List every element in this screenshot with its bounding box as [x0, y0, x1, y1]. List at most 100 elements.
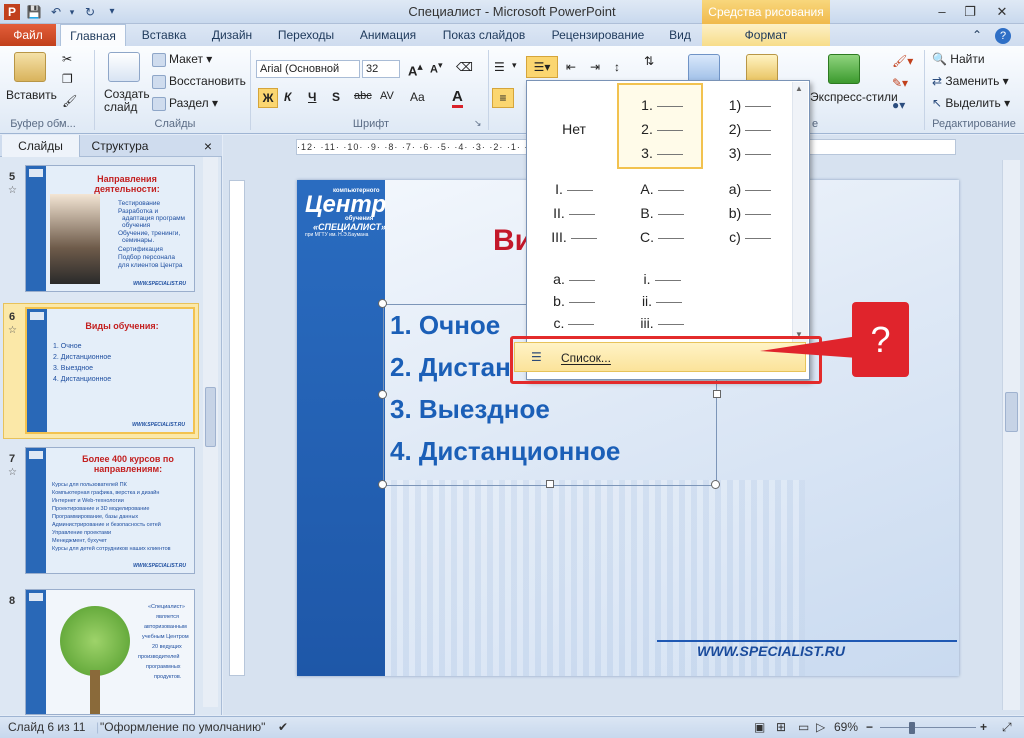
reading-view-icon[interactable]: ▭	[798, 720, 809, 734]
tab-file[interactable]: Файл	[0, 24, 56, 46]
zoom-in-button[interactable]: +	[980, 720, 987, 734]
section-button[interactable]: Раздел ▾	[152, 96, 218, 111]
shadow-button[interactable]: S	[332, 90, 340, 104]
slideshow-icon[interactable]: ▷	[816, 720, 825, 734]
minimize-button[interactable]: –	[930, 3, 954, 21]
tab-view[interactable]: Вид	[660, 24, 700, 46]
shape-outline-icon[interactable]: ✎▾	[892, 76, 908, 90]
new-slide-button[interactable]: Создать слайд	[104, 88, 150, 114]
shape-effects-icon[interactable]: ●▾	[892, 98, 905, 112]
editor-scrollbar[interactable]	[1002, 160, 1020, 710]
close-panel-icon[interactable]: ×	[198, 135, 218, 157]
numbering-none[interactable]: Нет	[531, 85, 617, 171]
change-case-button[interactable]: Aa	[410, 90, 425, 104]
spellcheck-icon[interactable]: ✔	[278, 720, 288, 734]
vertical-ruler[interactable]	[229, 180, 245, 676]
slide-sorter-icon[interactable]: ⊞	[776, 720, 786, 734]
font-group-label: Шрифт	[352, 118, 390, 130]
align-left-button[interactable]: ≡	[492, 88, 514, 108]
collapse-ribbon-icon[interactable]: ⌃	[968, 24, 986, 46]
numbering-style-alpha-upper[interactable]: A. B. C.	[619, 177, 705, 263]
font-dialog-launcher-icon[interactable]: ↘	[474, 118, 482, 129]
paste-icon[interactable]	[14, 52, 46, 82]
increase-indent-icon[interactable]: ⇥	[590, 60, 600, 74]
tab-home[interactable]: Главная	[60, 24, 126, 47]
tab-review[interactable]: Рецензирование	[542, 24, 654, 46]
list-item[interactable]: 3. Выездное	[390, 394, 550, 425]
font-color-button[interactable]: A	[452, 88, 463, 108]
numbering-button[interactable]: ☰▾	[526, 56, 558, 78]
numbering-style-alpha-lower-paren[interactable]: a) b) c)	[707, 177, 793, 263]
clear-formatting-icon[interactable]: ⌫	[456, 60, 473, 74]
tab-format[interactable]: Формат	[702, 24, 830, 46]
scroll-up-icon[interactable]: ▲	[795, 84, 803, 93]
tab-animation[interactable]: Анимация	[352, 24, 424, 46]
quick-styles-icon[interactable]	[828, 54, 860, 84]
grow-font-icon[interactable]: A▴	[408, 60, 423, 78]
slide-thumbnail-8[interactable]: «Специалист» является авторизованным уче…	[25, 589, 195, 715]
shrink-font-icon[interactable]: A▾	[430, 60, 443, 76]
bold-button[interactable]: Ж	[258, 88, 278, 108]
list-item[interactable]: 2. Дистан	[390, 352, 511, 383]
tab-design[interactable]: Дизайн	[204, 24, 260, 46]
scrollbar-thumb[interactable]	[1005, 392, 1018, 432]
decrease-indent-icon[interactable]: ⇤	[566, 60, 576, 74]
bullets-button[interactable]: ☰	[494, 60, 505, 74]
theme-name[interactable]: "Оформление по умолчанию"	[100, 720, 265, 734]
fit-to-window-icon[interactable]: ⤢	[1002, 720, 1012, 735]
resize-handle[interactable]	[546, 480, 554, 488]
thumbnail-text-line: «Специалист»	[148, 604, 185, 610]
zoom-level[interactable]: 69%	[834, 720, 858, 734]
list-item[interactable]: 1. Очное	[390, 310, 500, 341]
slide-thumbnail-5[interactable]: Направления деятельности: Тестирование Р…	[25, 165, 195, 292]
select-button[interactable]: ↖ Выделить ▾	[932, 96, 1010, 110]
zoom-out-button[interactable]: −	[866, 720, 873, 734]
font-size-field[interactable]: 32	[362, 60, 400, 78]
text-direction-icon[interactable]: ⇅	[644, 54, 654, 68]
close-button[interactable]: ✕	[990, 3, 1014, 21]
tab-slides[interactable]: Слайды	[2, 135, 80, 157]
scrollbar-thumb[interactable]	[205, 387, 216, 447]
paste-button[interactable]: Вставить	[6, 88, 57, 102]
tab-transitions[interactable]: Переходы	[270, 24, 342, 46]
gallery-scrollbar[interactable]: ▲ ▼	[792, 82, 808, 348]
bullets-dropdown-icon[interactable]: ▾	[512, 60, 517, 71]
new-slide-icon[interactable]	[108, 52, 140, 82]
slides-panel-scrollbar[interactable]	[203, 157, 218, 707]
underline-button[interactable]: Ч	[308, 90, 316, 104]
font-name-field[interactable]: Arial (Основной	[256, 60, 360, 78]
restore-button[interactable]: ❐	[958, 3, 982, 21]
list-item[interactable]: 4. Дистанционное	[390, 436, 620, 467]
character-spacing-button[interactable]: AV	[380, 90, 394, 102]
line-spacing-icon[interactable]: ↕	[614, 60, 620, 74]
resize-handle[interactable]	[713, 390, 721, 398]
resize-handle[interactable]	[378, 390, 387, 399]
zoom-slider-thumb[interactable]	[909, 722, 915, 734]
tab-insert[interactable]: Вставка	[132, 24, 196, 46]
slide-thumbnail-7[interactable]: Более 400 курсов по направлениям: Курсы …	[25, 447, 195, 574]
numbering-style-123-paren[interactable]: 1) 2) 3)	[707, 85, 793, 171]
normal-view-icon[interactable]: ▣	[754, 720, 765, 734]
tab-outline[interactable]: Структура	[84, 135, 156, 157]
layout-button[interactable]: Макет ▾	[152, 52, 212, 67]
resize-handle[interactable]	[378, 299, 387, 308]
strikethrough-button[interactable]: abc	[354, 90, 372, 102]
format-painter-icon[interactable]: 🖌	[62, 94, 77, 108]
slide-thumbnail-6[interactable]: Виды обучения: 1. Очное 2. Дистанционное…	[25, 307, 195, 434]
resize-handle[interactable]	[711, 480, 720, 489]
cut-icon[interactable]: ✂	[62, 52, 72, 66]
numbering-style-123-dot[interactable]: 1. 2. 3.	[617, 83, 703, 169]
help-icon[interactable]: ?	[992, 24, 1014, 46]
italic-button[interactable]: К	[284, 90, 291, 104]
quick-styles-button[interactable]: Экспресс-стили	[810, 90, 898, 104]
copy-icon[interactable]: ❐	[62, 72, 73, 86]
resize-handle[interactable]	[378, 480, 387, 489]
find-button[interactable]: 🔍 Найти	[932, 52, 985, 66]
numbering-label: C.	[640, 229, 654, 245]
replace-button[interactable]: ⇄ Заменить ▾	[932, 74, 1009, 88]
numbering-style-roman-upper[interactable]: I. II. III.	[531, 177, 617, 263]
tab-slideshow[interactable]: Показ слайдов	[436, 24, 532, 46]
reset-button[interactable]: Восстановить	[152, 74, 246, 89]
shape-fill-icon[interactable]: 🖌▾	[892, 54, 913, 68]
zoom-slider-track[interactable]	[880, 727, 976, 728]
